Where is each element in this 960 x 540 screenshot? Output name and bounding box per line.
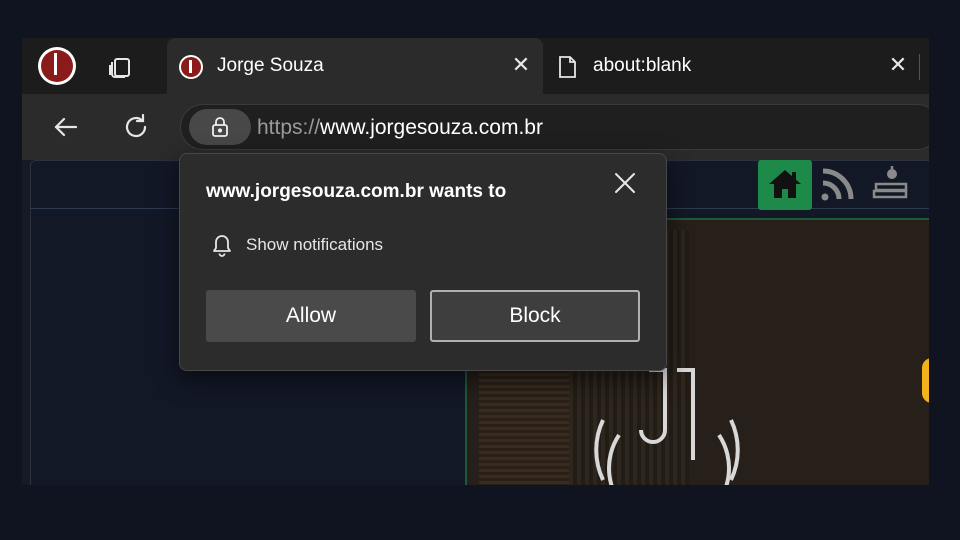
home-icon[interactable] bbox=[758, 160, 812, 210]
tab-about-blank[interactable]: about:blank ✕ bbox=[543, 38, 920, 94]
gold-accent-shape bbox=[922, 358, 929, 403]
tab-title: Jorge Souza bbox=[217, 55, 324, 76]
notification-permission-popup: www.jorgesouza.com.br wants to Show noti… bbox=[179, 153, 667, 371]
site-logo-icon bbox=[179, 55, 203, 79]
back-arrow-icon[interactable] bbox=[50, 111, 82, 143]
close-tab-icon[interactable]: ✕ bbox=[886, 53, 910, 77]
toolbar: https://www.jorgesouza.com.br bbox=[22, 94, 929, 160]
close-icon[interactable] bbox=[610, 168, 640, 198]
tab-title: about:blank bbox=[593, 55, 692, 76]
tab-actions-icon[interactable] bbox=[106, 53, 134, 81]
bell-icon bbox=[213, 235, 231, 257]
url-text: https://www.jorgesouza.com.br bbox=[257, 116, 543, 140]
site-logo-icon bbox=[594, 368, 740, 485]
url-scheme: https:// bbox=[257, 116, 321, 139]
tab-divider bbox=[919, 54, 920, 80]
rss-icon[interactable] bbox=[818, 166, 856, 204]
tab-strip: Jorge Souza ✕ about:blank ✕ bbox=[22, 38, 929, 94]
lock-icon bbox=[212, 117, 228, 137]
books-icon[interactable] bbox=[870, 164, 910, 204]
page-icon bbox=[559, 56, 576, 78]
profile-avatar-icon[interactable] bbox=[38, 47, 76, 85]
allow-button[interactable]: Allow bbox=[206, 290, 416, 342]
address-bar[interactable]: https://www.jorgesouza.com.br bbox=[180, 104, 929, 150]
block-button[interactable]: Block bbox=[430, 290, 640, 342]
refresh-icon[interactable] bbox=[120, 111, 152, 143]
close-tab-icon[interactable]: ✕ bbox=[509, 53, 533, 77]
permission-text: Show notifications bbox=[246, 235, 384, 254]
tab-jorge-souza[interactable]: Jorge Souza ✕ bbox=[167, 38, 543, 94]
site-info-button[interactable] bbox=[189, 109, 251, 145]
popup-heading: www.jorgesouza.com.br wants to bbox=[206, 181, 507, 202]
url-host: www.jorgesouza.com.br bbox=[320, 116, 543, 139]
